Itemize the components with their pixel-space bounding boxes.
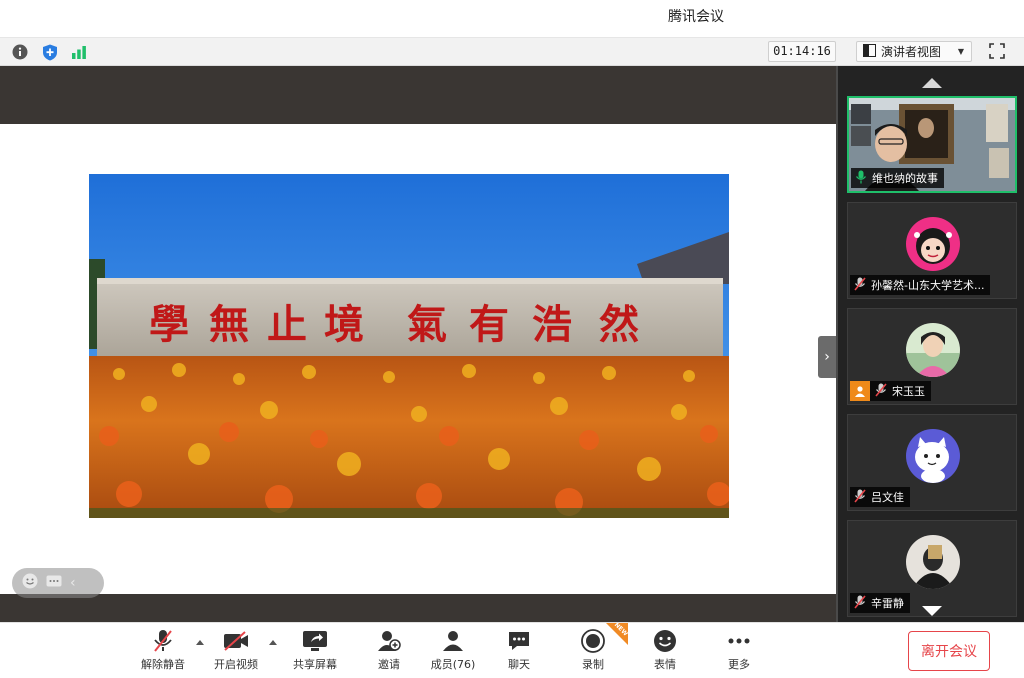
meeting-timer: 01:14:16	[768, 41, 836, 62]
meeting-window: 腾讯会议 01:14:16 演讲者视图 ▼ 學 無 止 境 氣 有 浩 然 ‹ …	[0, 0, 1024, 678]
camera-off-icon	[223, 629, 249, 653]
presentation-slide: 學無止境 氣有浩然	[0, 124, 836, 594]
participant-tile[interactable]: 孙馨然-山东大学艺术...	[847, 202, 1017, 299]
start-video-label: 开启视频	[214, 658, 258, 671]
avatar	[906, 535, 960, 589]
view-mode-label: 演讲者视图	[881, 45, 942, 59]
microphone-muted-icon	[854, 594, 866, 612]
campus-photo: 學無止境 氣有浩然	[89, 174, 729, 518]
svg-text:氣: 氣	[407, 301, 447, 348]
invite-label: 邀请	[378, 658, 400, 671]
svg-text:境: 境	[324, 301, 364, 348]
info-icon[interactable]	[10, 42, 30, 62]
participant-tile[interactable]: 辛雷静	[847, 520, 1017, 617]
microphone-muted-icon	[150, 629, 176, 653]
participant-name-tag: 宋玉玉	[850, 381, 931, 401]
emoji-icon	[652, 629, 678, 653]
scroll-up-icon[interactable]	[922, 78, 942, 88]
view-mode-select[interactable]: 演讲者视图 ▼	[856, 41, 972, 62]
members-button[interactable]: 成员(76)	[421, 629, 485, 675]
floating-mini-toolbar: ‹	[12, 568, 104, 598]
more-button[interactable]: 更多	[707, 629, 771, 675]
chat-icon	[506, 629, 532, 653]
share-screen-icon	[302, 629, 328, 653]
more-icon	[726, 629, 752, 653]
collapse-left-icon[interactable]: ‹	[70, 575, 76, 591]
scroll-down-icon[interactable]	[922, 606, 942, 616]
emoji-icon[interactable]	[22, 573, 38, 593]
participant-name: 宋玉玉	[892, 385, 925, 398]
fullscreen-icon[interactable]	[988, 42, 1008, 62]
participant-name: 辛雷静	[871, 597, 904, 610]
participant-name-tag: 吕文佳	[850, 487, 910, 507]
microphone-icon	[855, 170, 867, 187]
share-screen-label: 共享屏幕	[293, 658, 337, 671]
emoji-label: 表情	[654, 658, 676, 671]
start-video-button[interactable]: 开启视频	[204, 629, 268, 675]
signal-icon[interactable]	[69, 42, 89, 62]
svg-text:無: 無	[209, 301, 249, 348]
participant-tile[interactable]: 维也纳的故事	[847, 96, 1017, 193]
participant-name-tag: 辛雷静	[850, 593, 910, 613]
emoji-button[interactable]: 表情	[633, 629, 697, 675]
title-bar: 腾讯会议	[0, 0, 1024, 38]
host-icon	[850, 381, 870, 401]
add-user-icon	[376, 629, 402, 653]
participant-name-tag: 孙馨然-山东大学艺术...	[850, 275, 991, 295]
avatar	[906, 429, 960, 483]
more-label: 更多	[728, 658, 750, 671]
svg-text:浩: 浩	[532, 301, 572, 348]
avatar	[906, 323, 960, 377]
shield-icon[interactable]	[40, 42, 60, 62]
participant-name: 维也纳的故事	[872, 172, 938, 185]
chat-label: 聊天	[508, 658, 530, 671]
sidebar-toggle-button[interactable]: ›	[818, 336, 836, 378]
microphone-muted-icon	[875, 382, 887, 400]
new-badge: NEW	[606, 623, 628, 645]
audio-options-caret-icon[interactable]	[196, 640, 204, 645]
unmute-label: 解除静音	[141, 658, 185, 671]
participant-tile[interactable]: 宋玉玉	[847, 308, 1017, 405]
chat-icon[interactable]	[46, 574, 62, 593]
participant-tile[interactable]: 吕文佳	[847, 414, 1017, 511]
participant-name-tag: 维也纳的故事	[851, 168, 944, 188]
leave-meeting-button[interactable]: 离开会议	[908, 631, 990, 671]
unmute-button[interactable]: 解除静音	[131, 629, 195, 675]
participant-name: 吕文佳	[871, 491, 904, 504]
svg-text:有: 有	[469, 301, 509, 348]
microphone-muted-icon	[854, 488, 866, 506]
svg-text:學: 學	[149, 301, 189, 348]
shared-screen-area: 學無止境 氣有浩然 ‹ ›	[0, 66, 836, 622]
avatar	[906, 217, 960, 271]
participant-name: 孙馨然-山东大学艺术...	[871, 279, 985, 292]
meeting-control-bar: 解除静音 开启视频 共享屏幕 邀请 成员(76) 聊天 录制 NEW 表情 更多…	[0, 622, 1024, 678]
svg-text:然: 然	[599, 301, 639, 348]
chat-button[interactable]: 聊天	[487, 629, 551, 675]
members-label: 成员(76)	[430, 658, 476, 671]
participant-sidebar: 维也纳的故事 孙馨然-山东大学艺术... 宋玉玉 吕文佳 辛雷静	[836, 66, 1024, 622]
meeting-toolbar: 01:14:16 演讲者视图 ▼	[0, 38, 1024, 66]
layout-icon	[863, 43, 876, 60]
video-options-caret-icon[interactable]	[269, 640, 277, 645]
chevron-right-icon: ›	[824, 349, 830, 365]
chevron-down-icon: ▼	[957, 47, 964, 56]
invite-button[interactable]: 邀请	[357, 629, 421, 675]
members-icon	[440, 629, 466, 653]
record-label: 录制	[582, 658, 604, 671]
record-icon	[580, 629, 606, 653]
microphone-muted-icon	[854, 276, 866, 294]
share-screen-button[interactable]: 共享屏幕	[283, 629, 347, 675]
svg-text:止: 止	[267, 301, 307, 348]
window-title: 腾讯会议	[668, 9, 724, 25]
